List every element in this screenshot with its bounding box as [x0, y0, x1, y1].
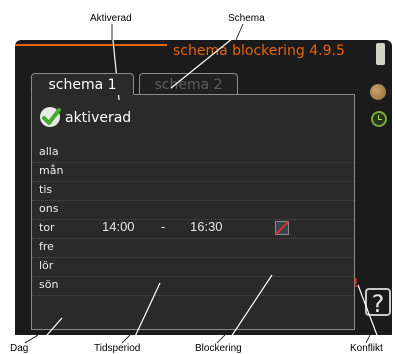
day-row-ons[interactable]: ons: [32, 201, 354, 220]
scrollbar[interactable]: [376, 43, 385, 65]
callout-aktiverad: Aktiverad: [90, 13, 132, 24]
device-screen: schema blockering 4.9.5 ? schema 1 schem…: [15, 40, 392, 335]
schedule-panel: aktiverad alla mån tis ons tor 14:00 - 1…: [31, 94, 355, 330]
day-row-man[interactable]: mån: [32, 163, 354, 182]
end-time[interactable]: 16:30: [190, 219, 223, 234]
time-separator: -: [161, 219, 166, 234]
header-accent-line: [15, 44, 167, 46]
day-row-son[interactable]: sön: [32, 277, 354, 296]
day-label: mån: [39, 164, 64, 177]
day-row-alla[interactable]: alla: [32, 144, 354, 163]
clock-icon[interactable]: [371, 111, 387, 127]
callout-schema: Schema: [228, 13, 265, 24]
day-row-lor[interactable]: lör: [32, 258, 354, 277]
conflict-warning-icon: !: [353, 276, 359, 290]
day-row-fre[interactable]: fre: [32, 239, 354, 258]
day-label: lör: [39, 259, 54, 272]
day-label: sön: [39, 278, 59, 291]
tab-schema-1[interactable]: schema 1: [31, 73, 134, 95]
face-icon[interactable]: [370, 84, 386, 100]
help-button[interactable]: ?: [365, 288, 391, 318]
day-label: alla: [39, 145, 59, 158]
page-title: schema blockering 4.9.5: [173, 43, 345, 59]
day-label: tor: [39, 221, 55, 234]
activated-label: aktiverad: [65, 110, 132, 126]
day-label: tis: [39, 183, 53, 196]
blocking-icon[interactable]: [275, 221, 289, 235]
check-icon[interactable]: [40, 107, 61, 127]
callout-tidsperiod: Tidsperiod: [94, 343, 141, 354]
callout-blockering: Blockering: [195, 343, 242, 354]
tab-schema-2[interactable]: schema 2: [139, 73, 238, 95]
callout-dag: Dag: [10, 343, 29, 354]
start-time[interactable]: 14:00: [102, 219, 135, 234]
day-row-tis[interactable]: tis: [32, 182, 354, 201]
callout-konflikt: Konflikt: [350, 343, 383, 354]
day-label: fre: [39, 240, 54, 253]
day-row-tor[interactable]: tor 14:00 - 16:30: [32, 219, 354, 239]
day-label: ons: [39, 202, 59, 215]
